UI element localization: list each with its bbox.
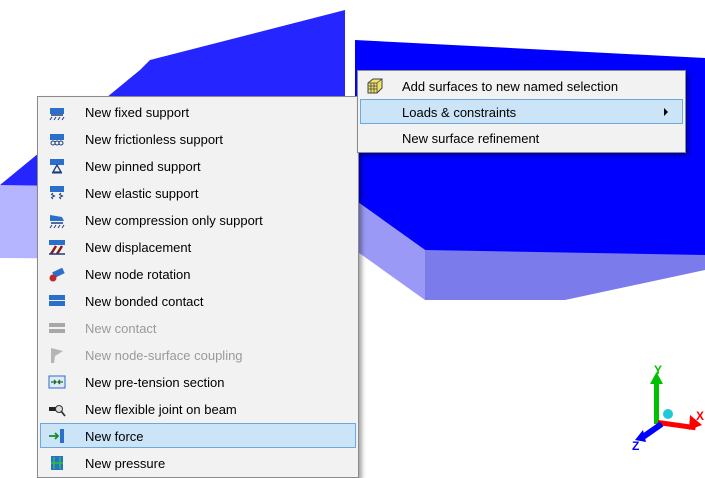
menu-item-new-displacement[interactable]: New displacement bbox=[40, 234, 356, 259]
model-right-block-front[interactable] bbox=[425, 250, 705, 300]
node-surface-coupling-icon bbox=[51, 348, 63, 363]
fixed-support-icon bbox=[49, 108, 65, 121]
context-menu: Add surfaces to new named selection Load… bbox=[357, 70, 686, 153]
displacement-icon bbox=[49, 240, 65, 255]
axis-triad[interactable]: Y X Z bbox=[630, 362, 705, 452]
menu-item-new-contact[interactable]: New contact bbox=[40, 315, 356, 340]
menu-item-label: New pressure bbox=[85, 456, 166, 471]
menu-item-new-fixed-support[interactable]: New fixed support bbox=[40, 99, 356, 124]
bonded-contact-icon bbox=[49, 295, 65, 306]
menu-item-label: New pre-tension section bbox=[85, 375, 225, 390]
pressure-icon bbox=[51, 456, 63, 470]
origin-sphere bbox=[663, 409, 673, 419]
menu-item-new-pinned-support[interactable]: New pinned support bbox=[40, 153, 356, 178]
menu-item-label: New frictionless support bbox=[85, 132, 223, 147]
menu-item-new-force[interactable]: New force bbox=[40, 423, 356, 448]
loads-constraints-submenu: New fixed support New frictionless suppo… bbox=[37, 96, 359, 478]
menu-item-label: New pinned support bbox=[85, 159, 201, 174]
menu-item-label: New node rotation bbox=[85, 267, 191, 282]
pinned-support-icon bbox=[50, 159, 64, 174]
menu-item-new-bonded-contact[interactable]: New bonded contact bbox=[40, 288, 356, 313]
pre-tension-section-icon bbox=[48, 375, 66, 389]
y-axis-label: Y bbox=[654, 363, 662, 377]
menu-item-new-surface-refinement[interactable]: New surface refinement bbox=[360, 125, 683, 150]
flexible-joint-icon bbox=[49, 405, 66, 417]
menu-item-label: New surface refinement bbox=[402, 131, 540, 146]
menu-item-label: New flexible joint on beam bbox=[85, 402, 237, 417]
menu-item-new-frictionless-support[interactable]: New frictionless support bbox=[40, 126, 356, 151]
y-axis-arrow bbox=[650, 372, 663, 424]
x-axis-label: X bbox=[696, 409, 704, 423]
named-selection-icon bbox=[367, 78, 383, 94]
menu-item-label: New elastic support bbox=[85, 186, 199, 201]
menu-item-label: New contact bbox=[85, 321, 157, 336]
menu-item-label: Loads & constraints bbox=[402, 105, 517, 120]
menu-item-label: New displacement bbox=[85, 240, 192, 255]
menu-item-new-flexible-joint-on-beam[interactable]: New flexible joint on beam bbox=[40, 396, 356, 421]
z-axis-label: Z bbox=[632, 439, 639, 452]
frictionless-support-icon bbox=[50, 134, 64, 146]
menu-item-new-node-surface-coupling[interactable]: New node-surface coupling bbox=[40, 342, 356, 367]
menu-item-loads-constraints[interactable]: Loads & constraints bbox=[360, 99, 683, 124]
menu-item-new-node-rotation[interactable]: New node rotation bbox=[40, 261, 356, 286]
menu-item-label: New node-surface coupling bbox=[85, 348, 243, 363]
compression-only-support-icon bbox=[49, 215, 65, 229]
node-rotation-icon bbox=[49, 267, 65, 282]
menu-item-new-pressure[interactable]: New pressure bbox=[40, 450, 356, 475]
menu-item-label: New fixed support bbox=[85, 105, 190, 120]
menu-item-label: New bonded contact bbox=[85, 294, 204, 309]
submenu-arrow-icon bbox=[664, 108, 668, 116]
menu-item-new-elastic-support[interactable]: New elastic support bbox=[40, 180, 356, 205]
menu-item-new-compression-only-support[interactable]: New compression only support bbox=[40, 207, 356, 232]
menu-item-label: New force bbox=[85, 429, 144, 444]
menu-item-label: Add surfaces to new named selection bbox=[402, 79, 619, 94]
force-icon bbox=[49, 429, 64, 443]
menu-item-add-surfaces-to-named-selection[interactable]: Add surfaces to new named selection bbox=[360, 73, 683, 98]
menu-item-new-pre-tension-section[interactable]: New pre-tension section bbox=[40, 369, 356, 394]
menu-item-label: New compression only support bbox=[85, 213, 263, 228]
contact-icon bbox=[49, 323, 65, 333]
elastic-support-icon bbox=[50, 186, 64, 200]
